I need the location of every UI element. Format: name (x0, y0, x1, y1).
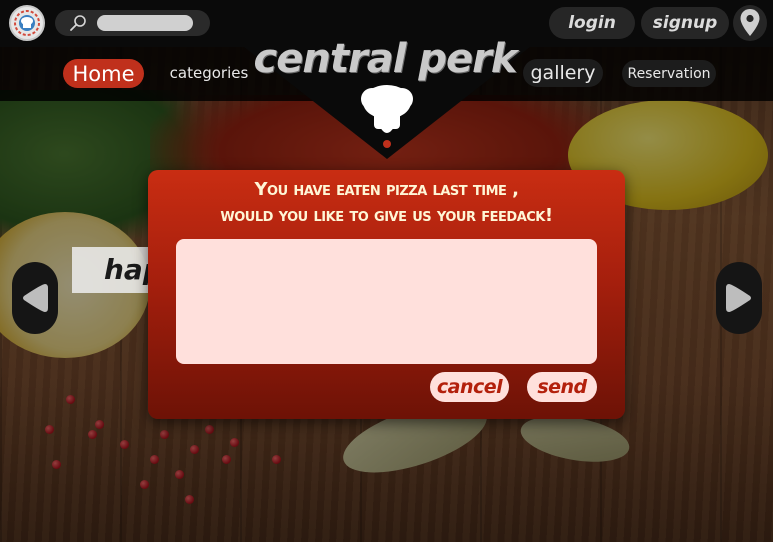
feedback-dialog: You have eaten pizza last time , would y… (148, 170, 625, 419)
nav-home-label: Home (72, 61, 135, 86)
dialog-message-line2: would you like to give us your feedack! (220, 205, 553, 226)
nav-reservation-label: Reservation (627, 65, 711, 82)
carousel-next-button[interactable] (716, 262, 762, 334)
signup-label: signup (652, 13, 718, 33)
nav-gallery-label: gallery (530, 62, 596, 84)
location-button[interactable] (733, 5, 767, 41)
nav-gallery[interactable]: gallery (523, 59, 603, 87)
send-button[interactable]: send (527, 372, 597, 402)
chevron-left-icon (23, 284, 48, 312)
cancel-button[interactable]: cancel (430, 372, 509, 402)
send-label: send (537, 376, 587, 398)
nav-categories[interactable]: categories (163, 59, 255, 87)
map-pin-icon (740, 9, 760, 36)
login-label: login (568, 13, 616, 33)
cancel-label: cancel (436, 376, 503, 398)
carousel-prev-button[interactable] (12, 262, 58, 334)
nav-categories-label: categories (169, 64, 249, 82)
feedback-textarea[interactable] (176, 239, 597, 364)
search-icon[interactable] (69, 14, 87, 32)
dialog-message-line1: You have eaten pizza last time , (254, 179, 519, 200)
brand-title: central perk (253, 36, 518, 82)
chef-logo-icon[interactable] (9, 5, 45, 41)
chevron-right-icon (726, 284, 751, 312)
login-button[interactable]: login (549, 7, 635, 39)
nav-reservation[interactable]: Reservation (622, 60, 716, 87)
signup-button[interactable]: signup (641, 7, 729, 39)
nav-home[interactable]: Home (63, 59, 144, 88)
search-input[interactable] (97, 15, 193, 31)
